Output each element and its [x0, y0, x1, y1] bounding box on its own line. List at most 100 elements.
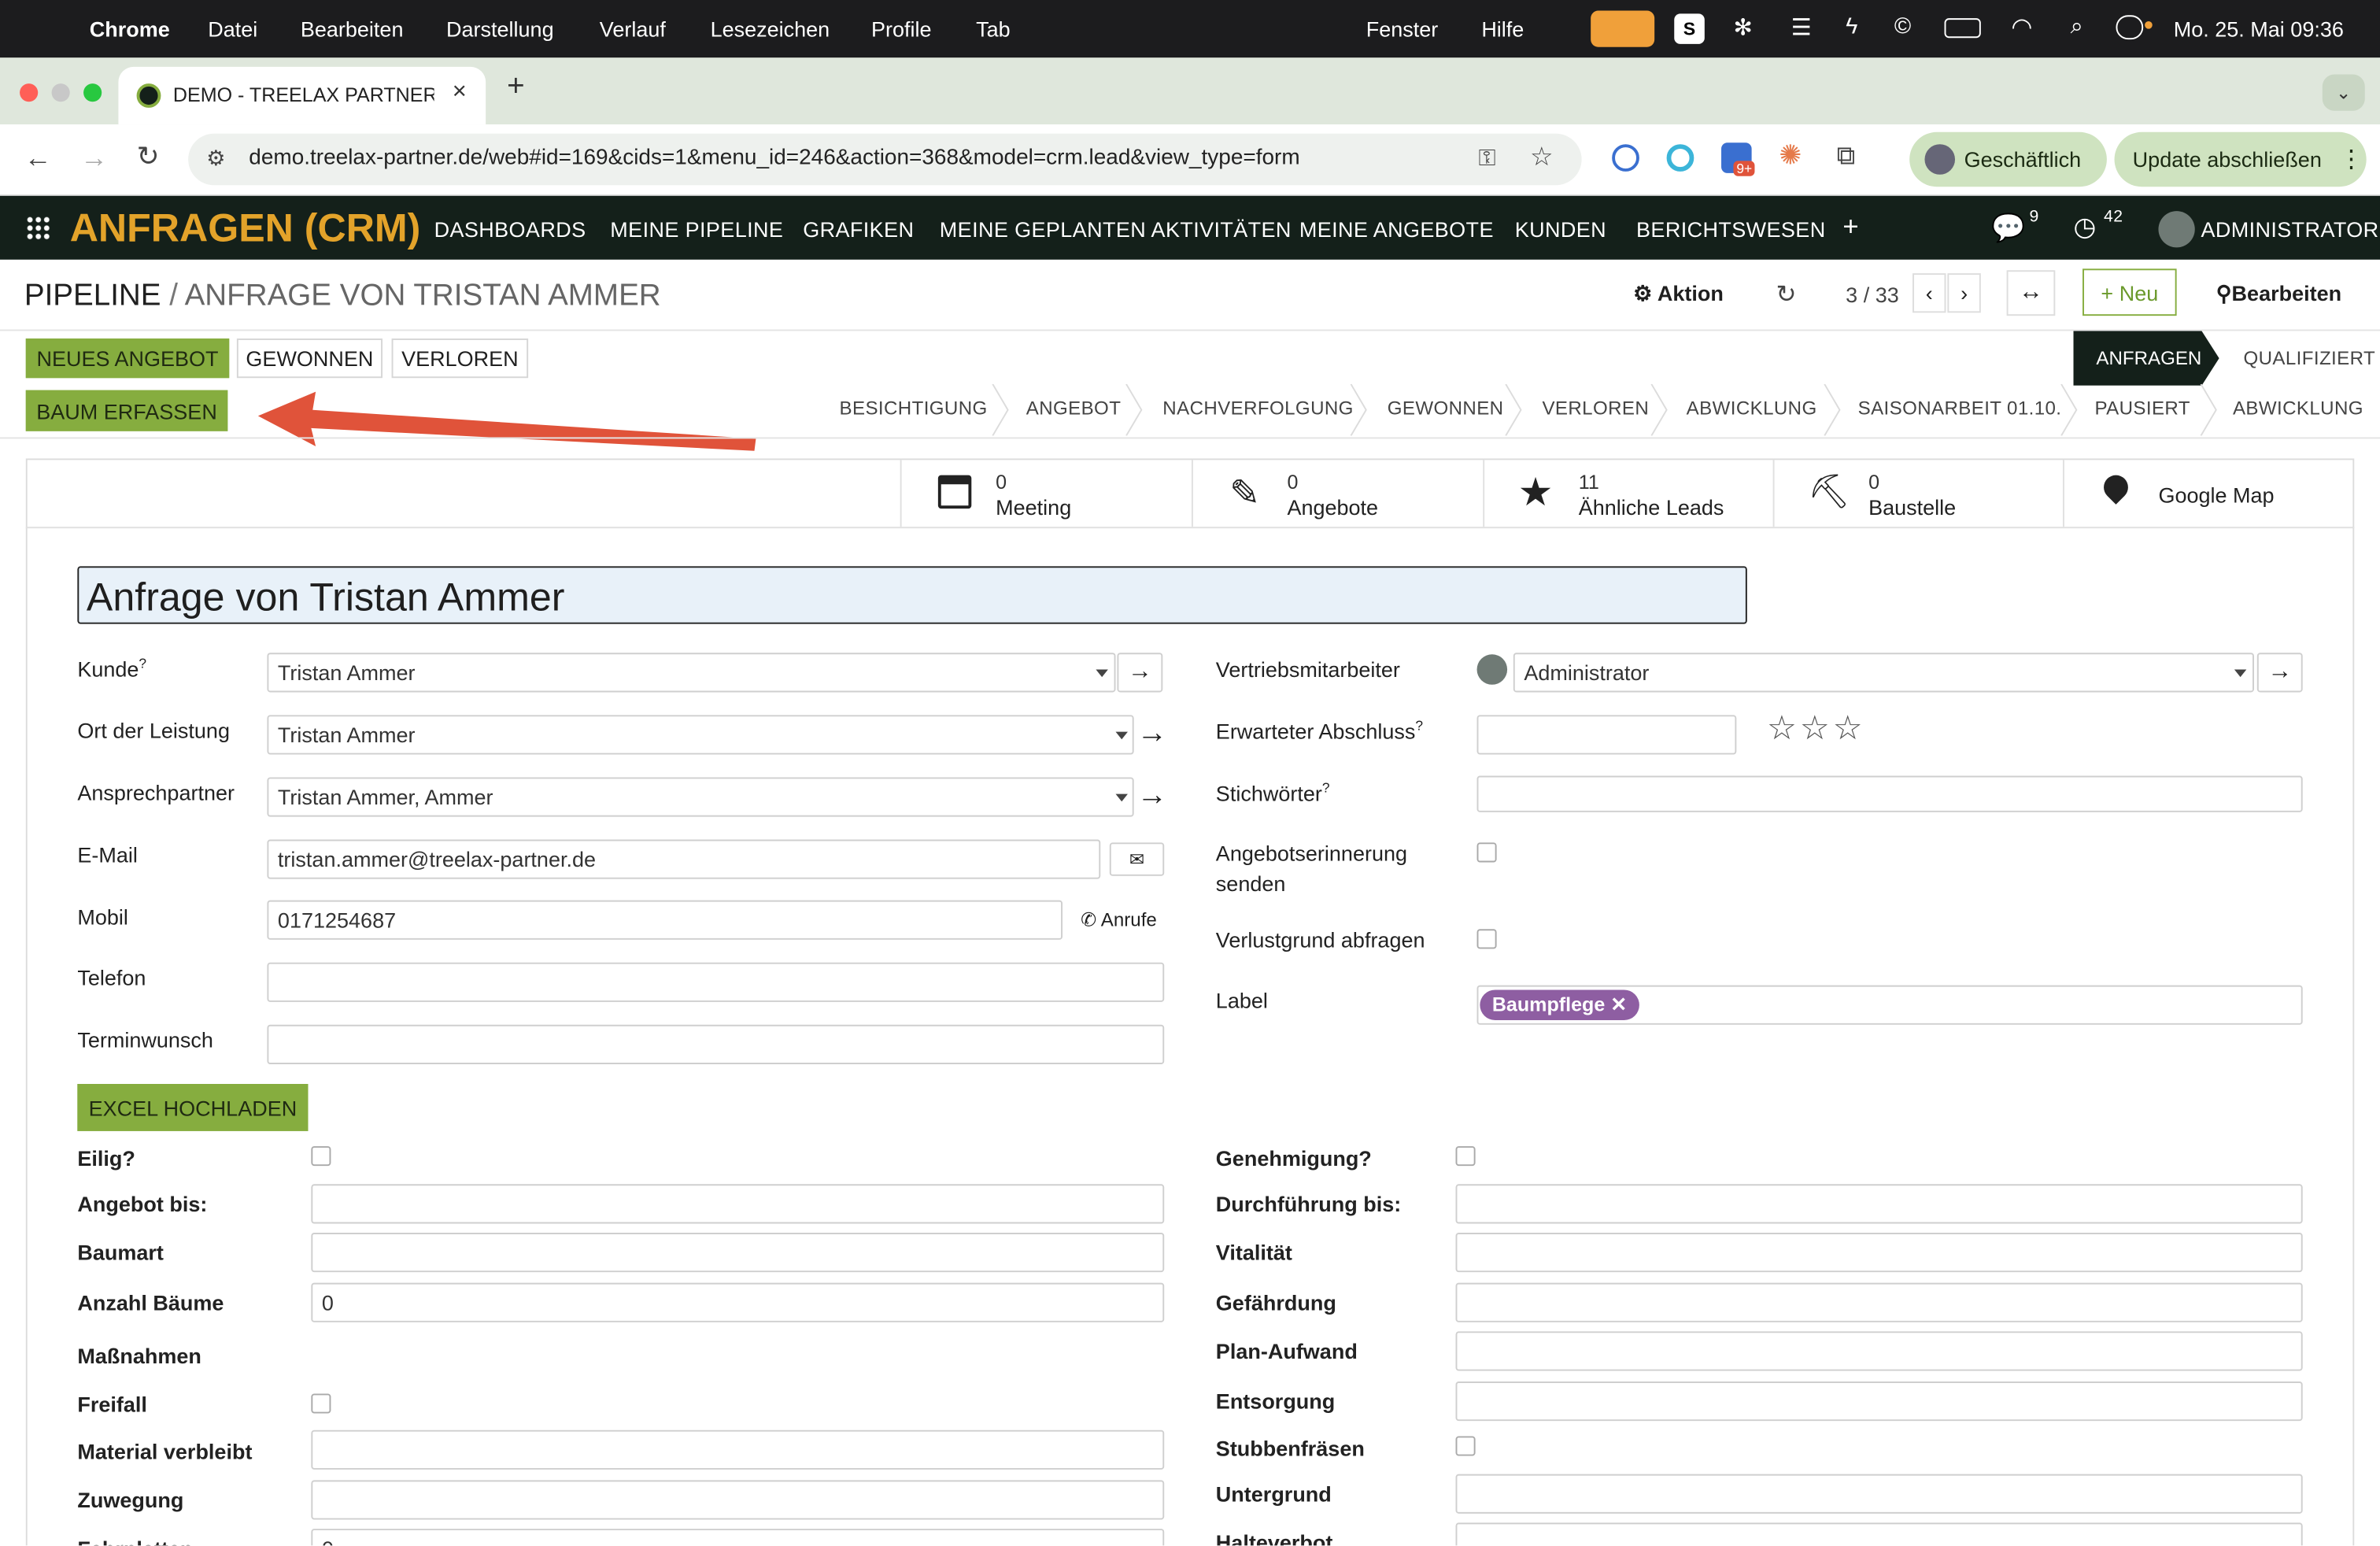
microphone-icon[interactable] — [1591, 10, 1655, 47]
won-button[interactable]: GEWONNEN — [236, 338, 383, 379]
nav-meine-pipeline[interactable]: MEINE PIPELINE — [610, 217, 783, 242]
app-title[interactable]: ANFRAGEN (CRM) — [70, 205, 421, 252]
ort-open-arrow-icon[interactable]: → — [1137, 716, 1168, 751]
call-button[interactable]: ✆ Anrufe — [1081, 908, 1157, 930]
address-bar[interactable]: ⚙ demo.treelax-partner.de/web#id=169&cid… — [188, 133, 1582, 186]
nav-meine-angebote[interactable]: MEINE ANGEBOTE — [1299, 217, 1494, 242]
menu-fenster[interactable]: Fenster — [1366, 17, 1439, 41]
wifi-icon[interactable]: ◠ — [2011, 12, 2032, 43]
new-button[interactable]: + Neu — [2082, 268, 2177, 316]
flash-icon[interactable]: ϟ — [1846, 13, 1857, 39]
battery-icon[interactable] — [1944, 18, 1981, 39]
forward-icon[interactable]: → — [80, 142, 108, 175]
angebot-bis-field[interactable] — [311, 1184, 1165, 1224]
ansprechpartner-select[interactable]: Tristan Ammer, Ammer — [267, 777, 1134, 817]
entsorgung-field[interactable] — [1455, 1381, 2303, 1422]
verlustgrund-checkbox[interactable] — [1476, 929, 1497, 949]
pager-next-button[interactable]: › — [1947, 273, 1981, 313]
menu-verlauf[interactable]: Verlauf — [600, 17, 666, 41]
action-menu[interactable]: ⚙ Aktion — [1633, 281, 1724, 307]
key-icon[interactable]: ⚿ — [1478, 146, 1495, 172]
more-icon[interactable]: ⋮ — [2339, 144, 2363, 175]
activities-clock-icon[interactable]: ◷ — [2073, 213, 2096, 243]
lost-button[interactable]: VERLOREN — [391, 338, 529, 379]
expand-button[interactable]: ↔ — [2006, 270, 2056, 316]
zuwegung-field[interactable] — [311, 1480, 1165, 1520]
pager-prev-button[interactable]: ‹ — [1913, 273, 1946, 313]
maximize-window-icon[interactable] — [83, 83, 102, 102]
user-avatar[interactable] — [2158, 211, 2195, 248]
messages-icon[interactable]: 💬 — [1991, 213, 2026, 245]
remove-tag-icon[interactable]: ✕ — [1610, 993, 1627, 1015]
copyright-icon[interactable]: © — [1894, 13, 1911, 39]
claude-icon[interactable]: ✺ — [1779, 139, 1802, 172]
lead-title-input[interactable]: Anfrage von Tristan Ammer — [77, 566, 1747, 624]
minimize-window-icon[interactable] — [51, 83, 70, 102]
erwarteter-abschluss-field[interactable] — [1476, 715, 1737, 755]
url-text[interactable]: demo.treelax-partner.de/web#id=169&cids=… — [249, 146, 1299, 170]
nav-add-icon[interactable]: + — [1842, 211, 1859, 243]
tree-capture-button[interactable]: BAUM ERFASSEN — [25, 390, 228, 431]
smart-button-similar-leads[interactable]: ★ 11 Ähnliche Leads — [1483, 460, 1772, 527]
breadcrumb-pipeline[interactable]: PIPELINE — [24, 279, 161, 313]
send-email-button[interactable]: ✉ — [1109, 842, 1165, 876]
halteverbot-field[interactable] — [1455, 1522, 2303, 1546]
ort-select[interactable]: Tristan Ammer — [267, 715, 1134, 755]
close-window-icon[interactable] — [20, 83, 39, 102]
kunde-select[interactable]: Tristan Ammer — [267, 653, 1116, 693]
stubbenfraesen-checkbox[interactable] — [1455, 1436, 1476, 1456]
stichwoerter-field[interactable] — [1476, 775, 2303, 812]
angebotserinnerung-checkbox[interactable] — [1476, 842, 1497, 863]
stage-anfragen[interactable]: ANFRAGEN — [2073, 331, 2219, 386]
material-field[interactable] — [311, 1429, 1165, 1470]
stage-besichtigung[interactable]: BESICHTIGUNG — [840, 398, 988, 419]
kunde-open-button[interactable]: → — [1117, 653, 1163, 693]
tab-search-icon[interactable]: ⌄ — [2322, 74, 2365, 111]
control-center-icon[interactable] — [2116, 15, 2144, 40]
reload-icon[interactable]: ↻ — [137, 141, 160, 173]
untergrund-field[interactable] — [1455, 1474, 2303, 1514]
nav-geplante-aktivitaeten[interactable]: MEINE GEPLANTEN AKTIVITÄTEN — [940, 217, 1292, 242]
genehmigung-checkbox[interactable] — [1455, 1146, 1476, 1167]
email-field[interactable]: tristan.ammer@treelax-partner.de — [267, 839, 1101, 879]
extension-1-icon[interactable] — [1612, 144, 1639, 172]
menu-tab[interactable]: Tab — [976, 17, 1011, 41]
menu-darstellung[interactable]: Darstellung — [446, 17, 554, 41]
back-icon[interactable]: ← — [24, 142, 52, 175]
mobil-field[interactable]: 0171254687 — [267, 900, 1063, 940]
eilig-checkbox[interactable] — [311, 1146, 331, 1167]
menu-datei[interactable]: Datei — [208, 17, 257, 41]
stage-qualifiziert[interactable]: QUALIFIZIERT — [2243, 348, 2375, 369]
excel-upload-button[interactable]: EXCEL HOCHLADEN — [77, 1084, 309, 1131]
nav-grafiken[interactable]: GRAFIKEN — [803, 217, 914, 242]
priority-stars[interactable]: ☆☆☆ — [1767, 709, 1866, 749]
stack-icon[interactable]: ☰ — [1791, 13, 1812, 41]
close-tab-icon[interactable]: × — [453, 79, 467, 106]
anzahl-baeume-field[interactable]: 0 — [311, 1282, 1165, 1322]
smart-button-meeting[interactable]: 0 Meeting — [900, 460, 1192, 527]
durchfuehrung-field[interactable] — [1455, 1184, 2303, 1224]
pager-value[interactable]: 3 / 33 — [1846, 283, 1899, 307]
new-offer-button[interactable]: NEUES ANGEBOT — [25, 338, 230, 379]
baumart-field[interactable] — [311, 1233, 1165, 1273]
new-tab-icon[interactable]: + — [507, 70, 525, 105]
skype-icon[interactable]: S — [1674, 13, 1705, 44]
menu-app-name[interactable]: Chrome — [90, 17, 170, 41]
plan-aufwand-field[interactable] — [1455, 1331, 2303, 1371]
profile-chip[interactable]: Geschäftlich — [1909, 131, 2107, 187]
smart-button-baustelle[interactable]: ⛏ 0 Baustelle — [1772, 460, 2063, 527]
menu-lesezeichen[interactable]: Lesezeichen — [711, 17, 830, 41]
menu-hilfe[interactable]: Hilfe — [1481, 17, 1524, 41]
freifall-checkbox[interactable] — [311, 1393, 331, 1414]
fahrplatten-field[interactable]: 0 — [311, 1529, 1165, 1546]
bookmark-star-icon[interactable]: ☆ — [1530, 142, 1553, 173]
vertriebsmitarbeiter-select[interactable]: Administrator — [1513, 653, 2254, 693]
salesperson-open-button[interactable]: → — [2256, 653, 2303, 693]
search-icon[interactable]: ⌕ — [2071, 13, 2083, 39]
discard-refresh-icon[interactable]: ↻ — [1776, 279, 1796, 310]
telefon-field[interactable] — [267, 962, 1165, 1002]
update-button[interactable]: Update abschließen ⋮ — [2114, 131, 2367, 187]
gefaehrdung-field[interactable] — [1455, 1282, 2303, 1322]
nav-berichtswesen[interactable]: BERICHTSWESEN — [1636, 217, 1826, 242]
apps-grid-icon[interactable] — [25, 215, 50, 240]
